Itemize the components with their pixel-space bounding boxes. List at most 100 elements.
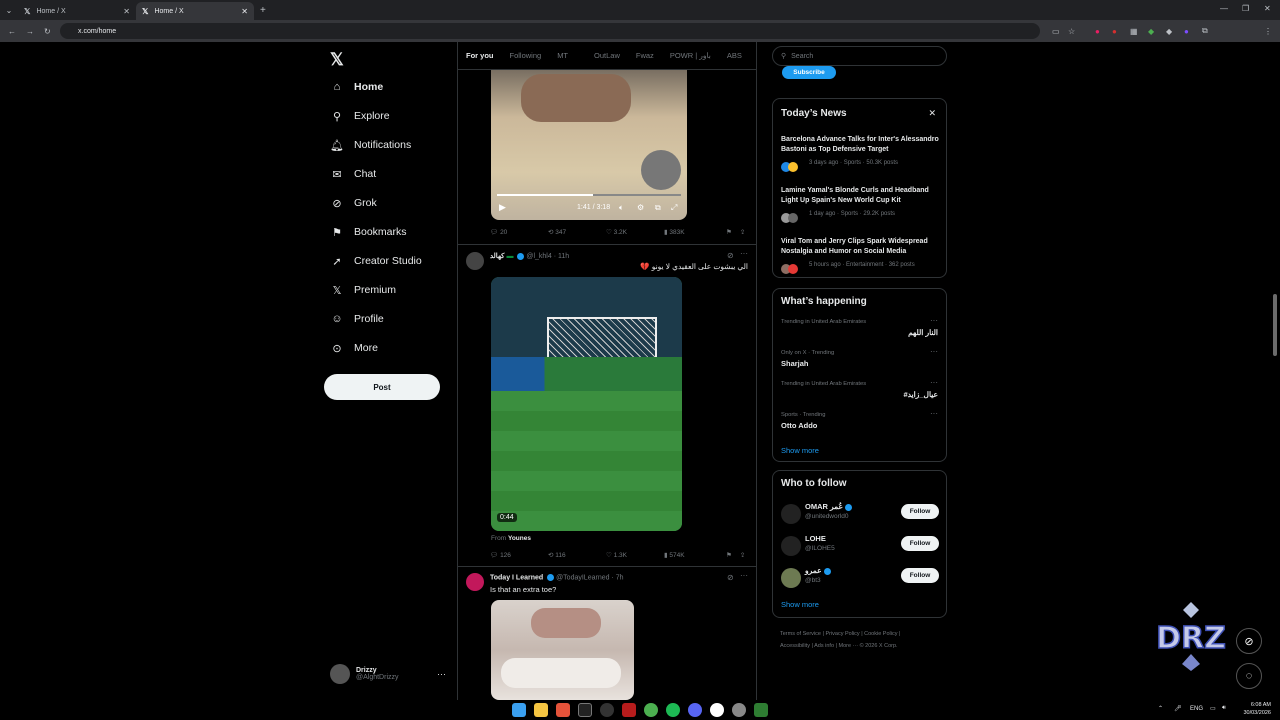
tweet-image[interactable] (491, 600, 634, 700)
author-name[interactable]: كهالد (490, 253, 505, 260)
more-dots-icon[interactable]: ··· (930, 316, 938, 325)
trend-name[interactable]: Otto Addo (781, 421, 817, 430)
video-player[interactable]: 0:44 (491, 277, 682, 531)
views-button[interactable]: ▮ 574K (664, 551, 726, 559)
x-logo-icon[interactable]: 𝕏 (330, 50, 344, 70)
chrome-icon[interactable] (644, 703, 658, 717)
app-icon[interactable] (600, 703, 614, 717)
news-title[interactable]: Barcelona Advance Talks for Inter's Ales… (781, 135, 943, 155)
back-icon[interactable]: ← (8, 27, 16, 36)
volume-icon[interactable]: 🔊︎ (1222, 705, 1226, 712)
follow-name[interactable]: عمرو (805, 566, 831, 575)
follow-button[interactable]: Follow (901, 568, 939, 583)
app-icon[interactable] (622, 703, 636, 717)
volume-icon[interactable]: 🔈︎ (619, 203, 624, 213)
grok-floating-icon[interactable]: ⊘ (1236, 628, 1262, 654)
more-dots-icon[interactable]: ··· (740, 249, 748, 258)
bookmark-icon[interactable]: ⚑ (726, 551, 732, 559)
tweet-time[interactable]: 7h (616, 574, 624, 581)
close-icon[interactable]: ✕ (928, 108, 936, 119)
network-icon[interactable]: ▭ (1210, 705, 1216, 712)
reload-icon[interactable]: ↻ (44, 27, 51, 36)
footer-line[interactable]: Terms of Service | Privacy Policy | Cook… (780, 628, 950, 640)
like-button[interactable]: ♡ 1.3K (606, 551, 664, 559)
trend-name[interactable]: النار اللهم (908, 328, 938, 337)
follow-button[interactable]: Follow (901, 504, 939, 519)
messages-floating-icon[interactable]: ◌ (1236, 663, 1262, 689)
tab-following[interactable]: Following (510, 51, 542, 60)
window-close-icon[interactable]: ✕ (1264, 4, 1271, 13)
tab-for-you[interactable]: For you (466, 51, 494, 60)
puzzle-icon[interactable]: ⧉ (1202, 26, 1208, 36)
tab-outlaw[interactable]: OutLaw (594, 51, 620, 60)
nav-bookmarks[interactable]: ⚑ Bookmarks (330, 222, 406, 242)
new-tab-icon[interactable]: + (260, 5, 266, 16)
grok-icon[interactable]: ⊘ (727, 251, 734, 260)
menu-icon[interactable]: ⋮ (1264, 27, 1272, 36)
extension-icon[interactable]: ● (1095, 27, 1100, 36)
avatar[interactable] (781, 504, 801, 524)
source-name[interactable]: Younes (508, 535, 531, 542)
nav-chat[interactable]: ✉ Chat (330, 164, 376, 184)
mic-icon[interactable]: 🎤︎ (1174, 705, 1182, 712)
footer-links[interactable]: Terms of Service | Privacy Policy | Cook… (780, 628, 950, 652)
tab-search-icon[interactable]: ⌄ (0, 6, 18, 15)
nav-profile[interactable]: ☺ Profile (330, 309, 383, 329)
language-indicator[interactable]: ENG (1190, 706, 1203, 712)
nav-grok[interactable]: ⊘ Grok (330, 193, 376, 213)
search-input[interactable]: ⚲ Search (772, 46, 947, 66)
discord-icon[interactable] (688, 703, 702, 717)
subscribe-button[interactable]: Subscribe (782, 66, 836, 79)
browser-tab-active[interactable]: 𝕏 Home / X ✕ (136, 2, 254, 20)
forward-icon[interactable]: → (26, 27, 34, 36)
grok-icon[interactable]: ⊘ (727, 573, 734, 582)
author-handle[interactable]: @TodayILearned (556, 574, 609, 581)
extension-icon[interactable]: ● (1184, 27, 1189, 36)
news-title[interactable]: Lamine Yamal's Blonde Curls and Headband… (781, 186, 943, 206)
nav-more[interactable]: ⊙ More (330, 338, 378, 358)
app-icon[interactable] (732, 703, 746, 717)
more-dots-icon[interactable]: ··· (740, 571, 748, 580)
scrollbar[interactable] (1273, 294, 1277, 356)
play-icon[interactable]: ▶ (499, 202, 506, 213)
trend-name[interactable]: Sharjah (781, 359, 809, 368)
follow-name[interactable]: OMAR عُمر (805, 502, 852, 511)
follow-name[interactable]: LOHE (805, 534, 826, 543)
avatar[interactable] (781, 536, 801, 556)
cast-icon[interactable]: ▭ (1052, 27, 1060, 36)
avatar[interactable] (781, 568, 801, 588)
clock[interactable]: 6:08 AM 30/03/2026 (1241, 701, 1271, 717)
more-dots-icon[interactable]: ··· (930, 378, 938, 387)
avatar[interactable] (466, 573, 484, 591)
tab-fwaz[interactable]: Fwaz (636, 51, 654, 60)
xbox-icon[interactable] (754, 703, 768, 717)
fullscreen-icon[interactable]: ⤢ (671, 203, 677, 213)
author-name[interactable]: Today I Learned (490, 574, 543, 581)
tweet-time[interactable]: 11h (558, 253, 569, 260)
close-tab-icon[interactable]: ✕ (123, 7, 130, 16)
reply-button[interactable]: 💬︎ 126 (490, 551, 548, 559)
minimize-icon[interactable]: — (1220, 4, 1228, 13)
app-icon[interactable] (578, 703, 592, 717)
close-tab-icon[interactable]: ✕ (241, 7, 248, 16)
video-player[interactable]: ▶ 1:41 / 3:18 🔈︎ ⚙ ⧉ ⤢ (491, 62, 687, 220)
views-button[interactable]: ▮ 383K (664, 228, 726, 236)
avatar[interactable] (466, 252, 484, 270)
tray-chevron-icon[interactable]: ⌃ (1158, 705, 1163, 712)
nav-home[interactable]: ⌂ Home (330, 77, 384, 97)
show-more-link[interactable]: Show more (781, 446, 819, 455)
file-explorer-icon[interactable] (534, 703, 548, 717)
reply-button[interactable]: 💬︎ 20 (490, 228, 548, 236)
post-button[interactable]: Post (324, 374, 440, 400)
extension-icon[interactable]: ◆ (1166, 27, 1172, 36)
account-switcher[interactable]: Drizzy @AlghtDrizzy ··· (330, 662, 452, 686)
like-button[interactable]: ♡ 3.2K (606, 228, 664, 236)
extension-icon[interactable]: ▦ (1130, 27, 1138, 36)
show-more-link[interactable]: Show more (781, 600, 819, 609)
tab-mt[interactable]: MT (557, 51, 568, 60)
nav-explore[interactable]: ⚲ Explore (330, 106, 390, 126)
more-dots-icon[interactable]: ··· (930, 409, 938, 418)
app-icon[interactable] (710, 703, 724, 717)
share-icon[interactable]: ⇪ (740, 551, 745, 559)
video-progress[interactable] (497, 194, 681, 196)
